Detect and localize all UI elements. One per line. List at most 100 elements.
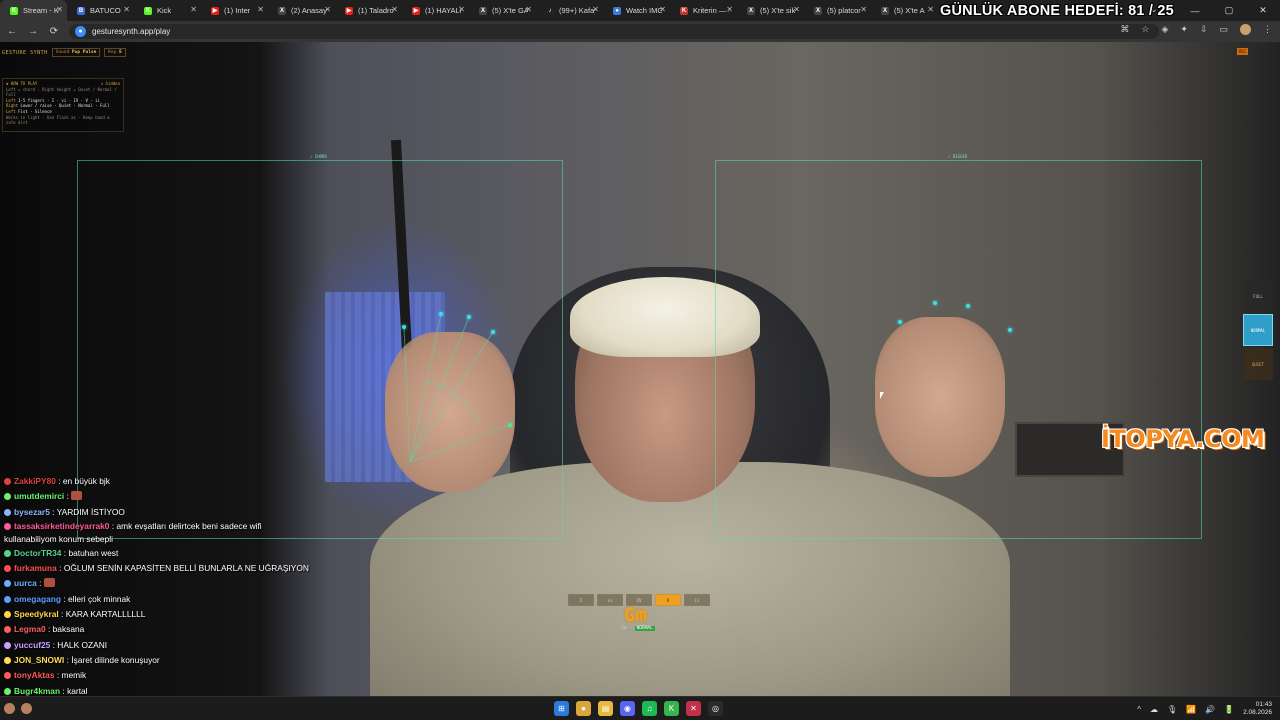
maximize-button[interactable]: ▢ (1212, 5, 1246, 16)
tab-favicon-icon: K (144, 6, 152, 15)
battery-icon[interactable]: 🔋 (1224, 705, 1234, 714)
extension-icon[interactable]: ◈ (1161, 24, 1168, 35)
browser-tab[interactable]: B BATUCO ✕ (67, 0, 134, 21)
weather-widget-icon[interactable] (4, 703, 15, 714)
chat-separator: : (55, 476, 63, 486)
chat-emote-icon (43, 578, 55, 588)
chat-username[interactable]: bysezar5 (14, 507, 50, 517)
windows-start-icon[interactable]: ⊞ (554, 701, 569, 716)
url-text[interactable]: gesturesynth.app/play (92, 27, 170, 36)
browser-tab[interactable]: X (5) X'te sik ✕ (737, 0, 804, 21)
tab-close-icon[interactable]: ✕ (726, 5, 733, 14)
fingertip-dot (491, 330, 495, 334)
spotify-icon[interactable]: ♫ (642, 701, 657, 716)
cast-icon[interactable]: ▭ (1219, 24, 1228, 35)
translate-icon[interactable]: ⌘ (1120, 24, 1129, 35)
kick-icon[interactable]: K (664, 701, 679, 716)
tab-favicon-icon: X (881, 6, 889, 15)
profile-avatar[interactable] (1240, 24, 1251, 35)
tab-close-icon[interactable]: ✕ (391, 5, 398, 14)
tab-close-icon[interactable]: ✕ (123, 5, 130, 14)
chat-username[interactable]: Legma0 (14, 624, 46, 634)
chat-message: tonyAktas : memik (0, 668, 320, 683)
tab-close-icon[interactable]: ✕ (592, 5, 599, 14)
taskbar-apps: ⊞ ● ▤ ◉ ♫ K ✕ ◎ (554, 701, 723, 716)
chat-username[interactable]: DoctorTR34 (14, 548, 61, 558)
browser-tab[interactable]: K Stream - Ki ✕ (0, 0, 67, 21)
tab-close-icon[interactable]: ✕ (525, 5, 532, 14)
chord-cell: ii (684, 594, 710, 606)
user-widget-icon[interactable] (21, 703, 32, 714)
browser-tab[interactable]: X (2) Anasayf ✕ (268, 0, 335, 21)
browser-tab[interactable]: K Kriterin — J ✕ (670, 0, 737, 21)
tab-title: (5) platcor (827, 6, 861, 15)
close-window-button[interactable]: ✕ (1246, 5, 1280, 16)
stream-video: GESTURE SYNTH Sound Pop Pulse Key E REC … (0, 42, 1280, 696)
chat-username[interactable]: umutdemirci (14, 491, 64, 501)
browser-tab[interactable]: ▶ (1) Inter ✕ (201, 0, 268, 21)
chat-username[interactable]: ZakkiPY80 (14, 476, 56, 486)
reload-button[interactable]: ⟳ (45, 26, 63, 37)
chat-username[interactable]: yuccuf25 (14, 640, 50, 650)
discord-icon[interactable]: ◉ (620, 701, 635, 716)
chat-username[interactable]: JON_SNOWI (14, 655, 64, 665)
tab-close-icon[interactable]: ✕ (324, 5, 331, 14)
chat-username[interactable]: furkamuna (14, 563, 57, 573)
wifi-icon[interactable]: 📶 (1186, 705, 1196, 714)
browser-tab[interactable]: ▶ (1) Taladro ✕ (335, 0, 402, 21)
browser-tab[interactable]: X (5) X'te A ✕ (871, 0, 938, 21)
chat-username[interactable]: uurca (14, 578, 37, 588)
tab-close-icon[interactable]: ✕ (659, 5, 666, 14)
browser-tab[interactable]: X (5) platcor ✕ (804, 0, 871, 21)
browser-tab[interactable]: ♪ (99+) Kafay ✕ (536, 0, 603, 21)
obs-icon[interactable]: ◎ (708, 701, 723, 716)
site-info-icon[interactable]: ● (75, 26, 86, 37)
chat-username[interactable]: tonyAktas (14, 670, 55, 680)
fingertip-dot (467, 315, 471, 319)
chat-username[interactable]: omegagang (14, 594, 61, 604)
browser-menu-icon[interactable]: ⋮ (1263, 24, 1272, 35)
tab-close-icon[interactable]: ✕ (56, 5, 63, 14)
fingertip-dot (898, 320, 902, 324)
minimize-button[interactable]: — (1178, 6, 1212, 16)
chat-badge-icon (4, 580, 11, 588)
cloud-icon[interactable]: ☁ (1150, 705, 1158, 714)
chat-username[interactable]: Bugr4kman (14, 686, 60, 696)
tab-close-icon[interactable]: ✕ (257, 5, 264, 14)
tab-close-icon[interactable]: ✕ (458, 5, 465, 14)
volume-normal[interactable]: NORMAL (1243, 314, 1273, 346)
chat-badge-icon (4, 522, 11, 530)
browser-tab[interactable]: ▶ (1) HAYALİ ✕ (402, 0, 469, 21)
browser-tab[interactable]: K Kick ✕ (134, 0, 201, 21)
tab-close-icon[interactable]: ✕ (793, 5, 800, 14)
chrome-icon[interactable]: ● (576, 701, 591, 716)
tab-title: (99+) Kafay (559, 6, 595, 15)
tab-close-icon[interactable]: ✕ (927, 5, 934, 14)
chat-username[interactable]: tassaksirketindeyarrak0 (14, 521, 109, 531)
fingertip-dot (933, 301, 937, 305)
browser-tab[interactable]: ● Watch IMG ✕ (603, 0, 670, 21)
tab-close-icon[interactable]: ✕ (190, 5, 197, 14)
x-app-icon[interactable]: ✕ (686, 701, 701, 716)
tab-close-icon[interactable]: ✕ (860, 5, 867, 14)
finger-bone (409, 331, 494, 463)
chord-mode-badge: NORMAL (634, 626, 655, 631)
volume-icon[interactable]: 🔊 (1205, 705, 1215, 714)
bookmark-star-icon[interactable]: ☆ (1141, 24, 1149, 35)
tab-favicon-icon: ♪ (546, 6, 554, 15)
volume-quiet[interactable]: QUIET (1243, 348, 1273, 380)
fingertip-dot (402, 325, 406, 329)
back-button[interactable]: ← (3, 26, 21, 37)
forward-button[interactable]: → (24, 26, 42, 37)
downloads-icon[interactable]: ⇩ (1200, 24, 1208, 35)
address-bar[interactable]: ● gesturesynth.app/play (69, 24, 1159, 39)
file-explorer-icon[interactable]: ▤ (598, 701, 613, 716)
chat-username[interactable]: Speedykral (14, 609, 59, 619)
browser-tab[interactable]: X (5) X'te GAL✕ (469, 0, 536, 21)
tray-overflow-icon[interactable]: ^ (1137, 705, 1141, 714)
volume-full[interactable]: FULL (1243, 280, 1273, 312)
puzzle-extensions-icon[interactable]: ✦ (1180, 24, 1188, 35)
chat-badge-icon (4, 672, 11, 680)
microphone-icon[interactable]: 🎙 (1167, 705, 1177, 714)
clock[interactable]: 01:43 2.08.2026 (1243, 701, 1272, 717)
